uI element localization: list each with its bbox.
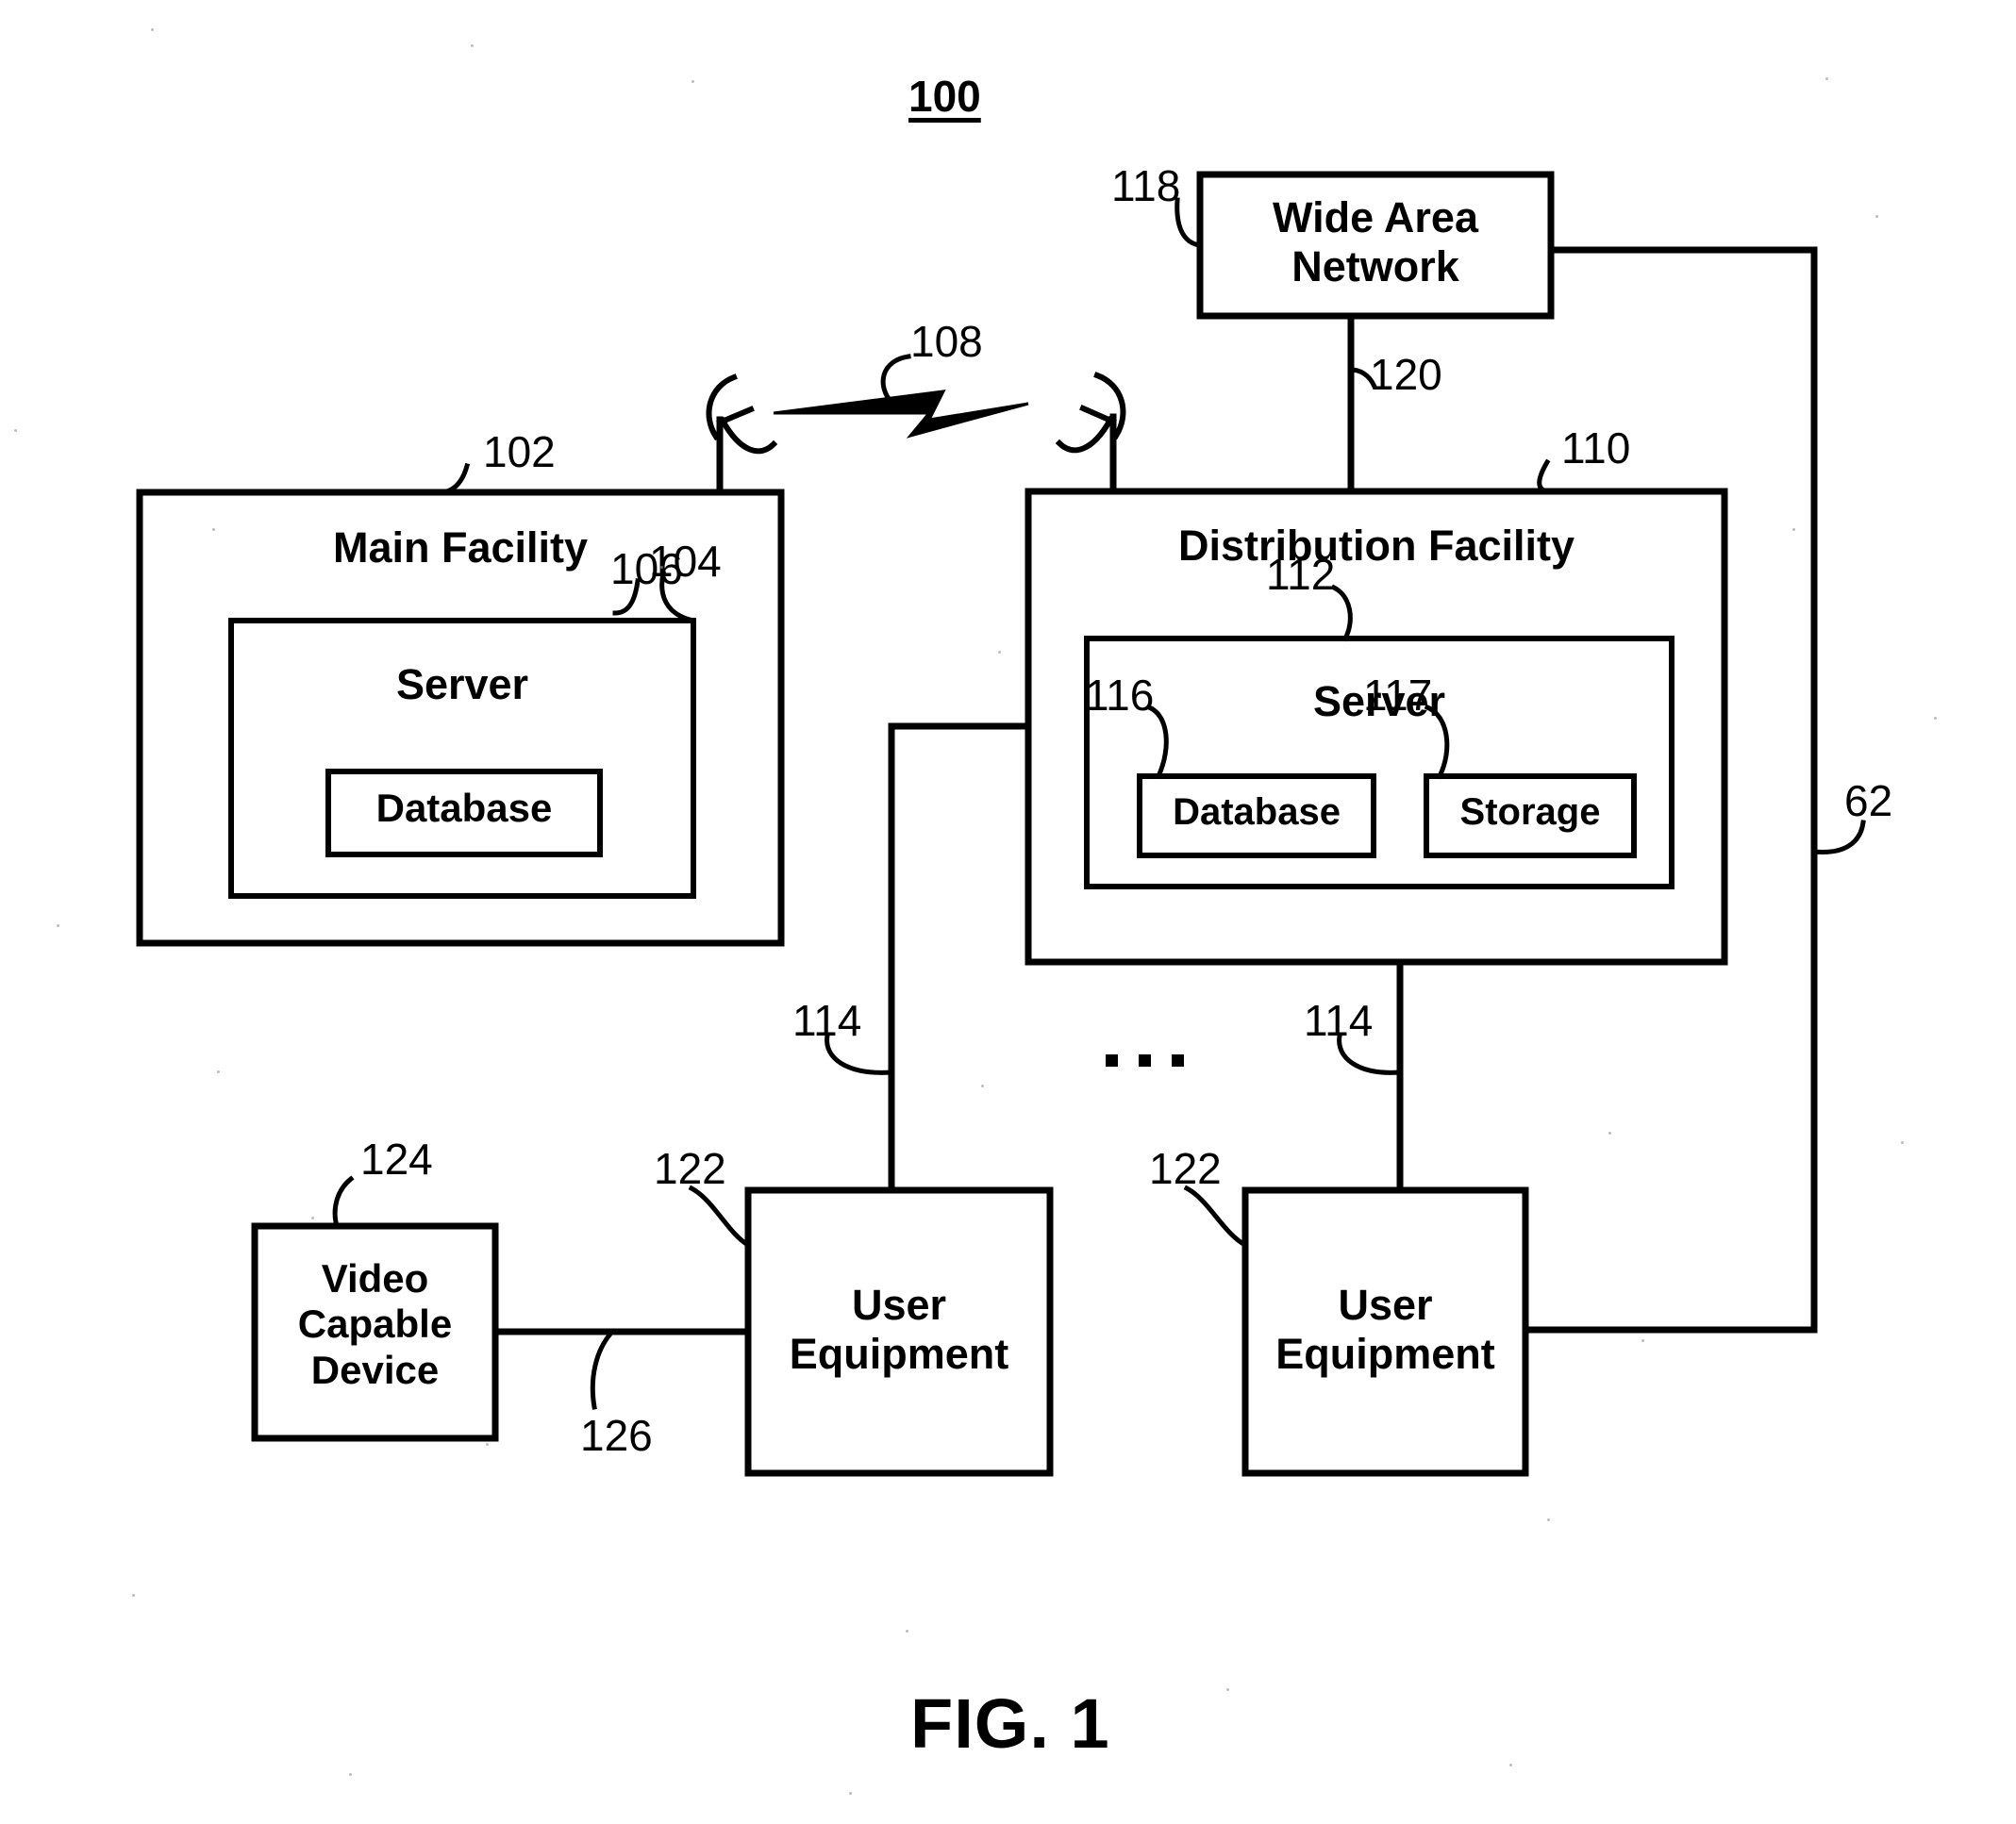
ref-number-108: 108	[910, 317, 983, 366]
scan-speck	[1226, 1688, 1229, 1691]
patent-figure: 100 Wide Area Network Main Facility Serv…	[0, 0, 2016, 1824]
ref-number-116: 116	[1085, 671, 1155, 720]
scan-speck	[691, 80, 694, 83]
antenna-right-arc-lower	[1055, 415, 1115, 454]
dist-database-box	[1137, 773, 1376, 858]
scan-speck	[311, 1217, 314, 1219]
ref-leader-122-right	[1183, 1185, 1249, 1249]
figure-linework	[136, 171, 1866, 1477]
scan-speck	[1875, 215, 1878, 218]
user-equipment-left-box	[744, 1186, 1054, 1477]
figure-caption: FIG. 1	[910, 1684, 1110, 1763]
distribution-facility-box	[1025, 488, 1728, 966]
main-database-box	[325, 769, 603, 857]
scan-speck	[14, 429, 17, 432]
scan-speck	[486, 1443, 489, 1446]
ref-number-110: 110	[1561, 423, 1631, 473]
dist-storage-box	[1424, 773, 1637, 858]
scan-speck	[1547, 1518, 1550, 1521]
ref-leader-126	[590, 1328, 616, 1410]
ref-leader-62	[1811, 820, 1866, 854]
ref-number-102: 102	[483, 427, 556, 476]
scan-speck	[151, 28, 154, 31]
ref-leader-112	[1330, 584, 1353, 642]
antenna-left-arc-lower	[718, 416, 778, 455]
ref-number-122-right: 122	[1149, 1144, 1222, 1193]
scan-speck	[471, 44, 474, 47]
figure-number: 100	[908, 72, 981, 121]
ref-number-122-left: 122	[654, 1144, 726, 1193]
ref-number-118: 118	[1111, 161, 1181, 210]
scan-speck	[1509, 1764, 1512, 1766]
scan-speck	[57, 924, 59, 927]
scan-speck	[660, 566, 663, 569]
scan-speck	[1825, 77, 1828, 80]
ref-leader-118	[1175, 197, 1203, 248]
user-equipment-right-box	[1241, 1186, 1529, 1477]
antenna-right-tick	[1079, 405, 1117, 425]
wide-area-network-box	[1196, 171, 1555, 320]
ref-leader-122-left	[688, 1185, 752, 1249]
ellipsis-dot	[1172, 1054, 1184, 1067]
ref-number-126: 126	[580, 1411, 653, 1460]
ref-number-62: 62	[1844, 776, 1893, 825]
ref-number-106: 106	[610, 544, 683, 593]
lightning-bolt-icon	[773, 390, 1029, 439]
scan-speck	[349, 1773, 352, 1776]
ellipsis-indicator	[1106, 1054, 1184, 1067]
antenna-left-tick	[716, 406, 755, 426]
ellipsis-dot	[1139, 1054, 1151, 1067]
ref-leader-102	[441, 462, 471, 495]
scan-speck	[1901, 1141, 1904, 1144]
ref-number-114-left: 114	[792, 996, 862, 1045]
ref-number-124: 124	[360, 1135, 433, 1184]
scan-speck	[998, 651, 1001, 654]
ellipsis-dot	[1106, 1054, 1118, 1067]
scan-speck	[217, 1070, 220, 1073]
scan-speck	[1792, 528, 1795, 531]
ref-number-117: 117	[1363, 671, 1433, 720]
link-114-left	[888, 722, 1032, 1194]
scan-speck	[906, 1630, 908, 1633]
ref-leader-110	[1537, 458, 1551, 494]
ref-number-112: 112	[1266, 550, 1336, 599]
scan-speck	[981, 1085, 984, 1087]
ref-number-120: 120	[1370, 350, 1442, 399]
link-62-top	[1547, 246, 1818, 1334]
video-capable-device-box	[251, 1222, 499, 1442]
scan-speck	[1934, 717, 1937, 720]
scan-speck	[132, 1594, 135, 1597]
scan-speck	[212, 528, 215, 531]
ref-leader-124	[332, 1175, 355, 1230]
scan-speck	[1608, 1132, 1611, 1135]
ref-number-114-right: 114	[1304, 996, 1374, 1045]
scan-speck	[849, 1792, 852, 1795]
scan-speck	[1641, 1339, 1644, 1342]
